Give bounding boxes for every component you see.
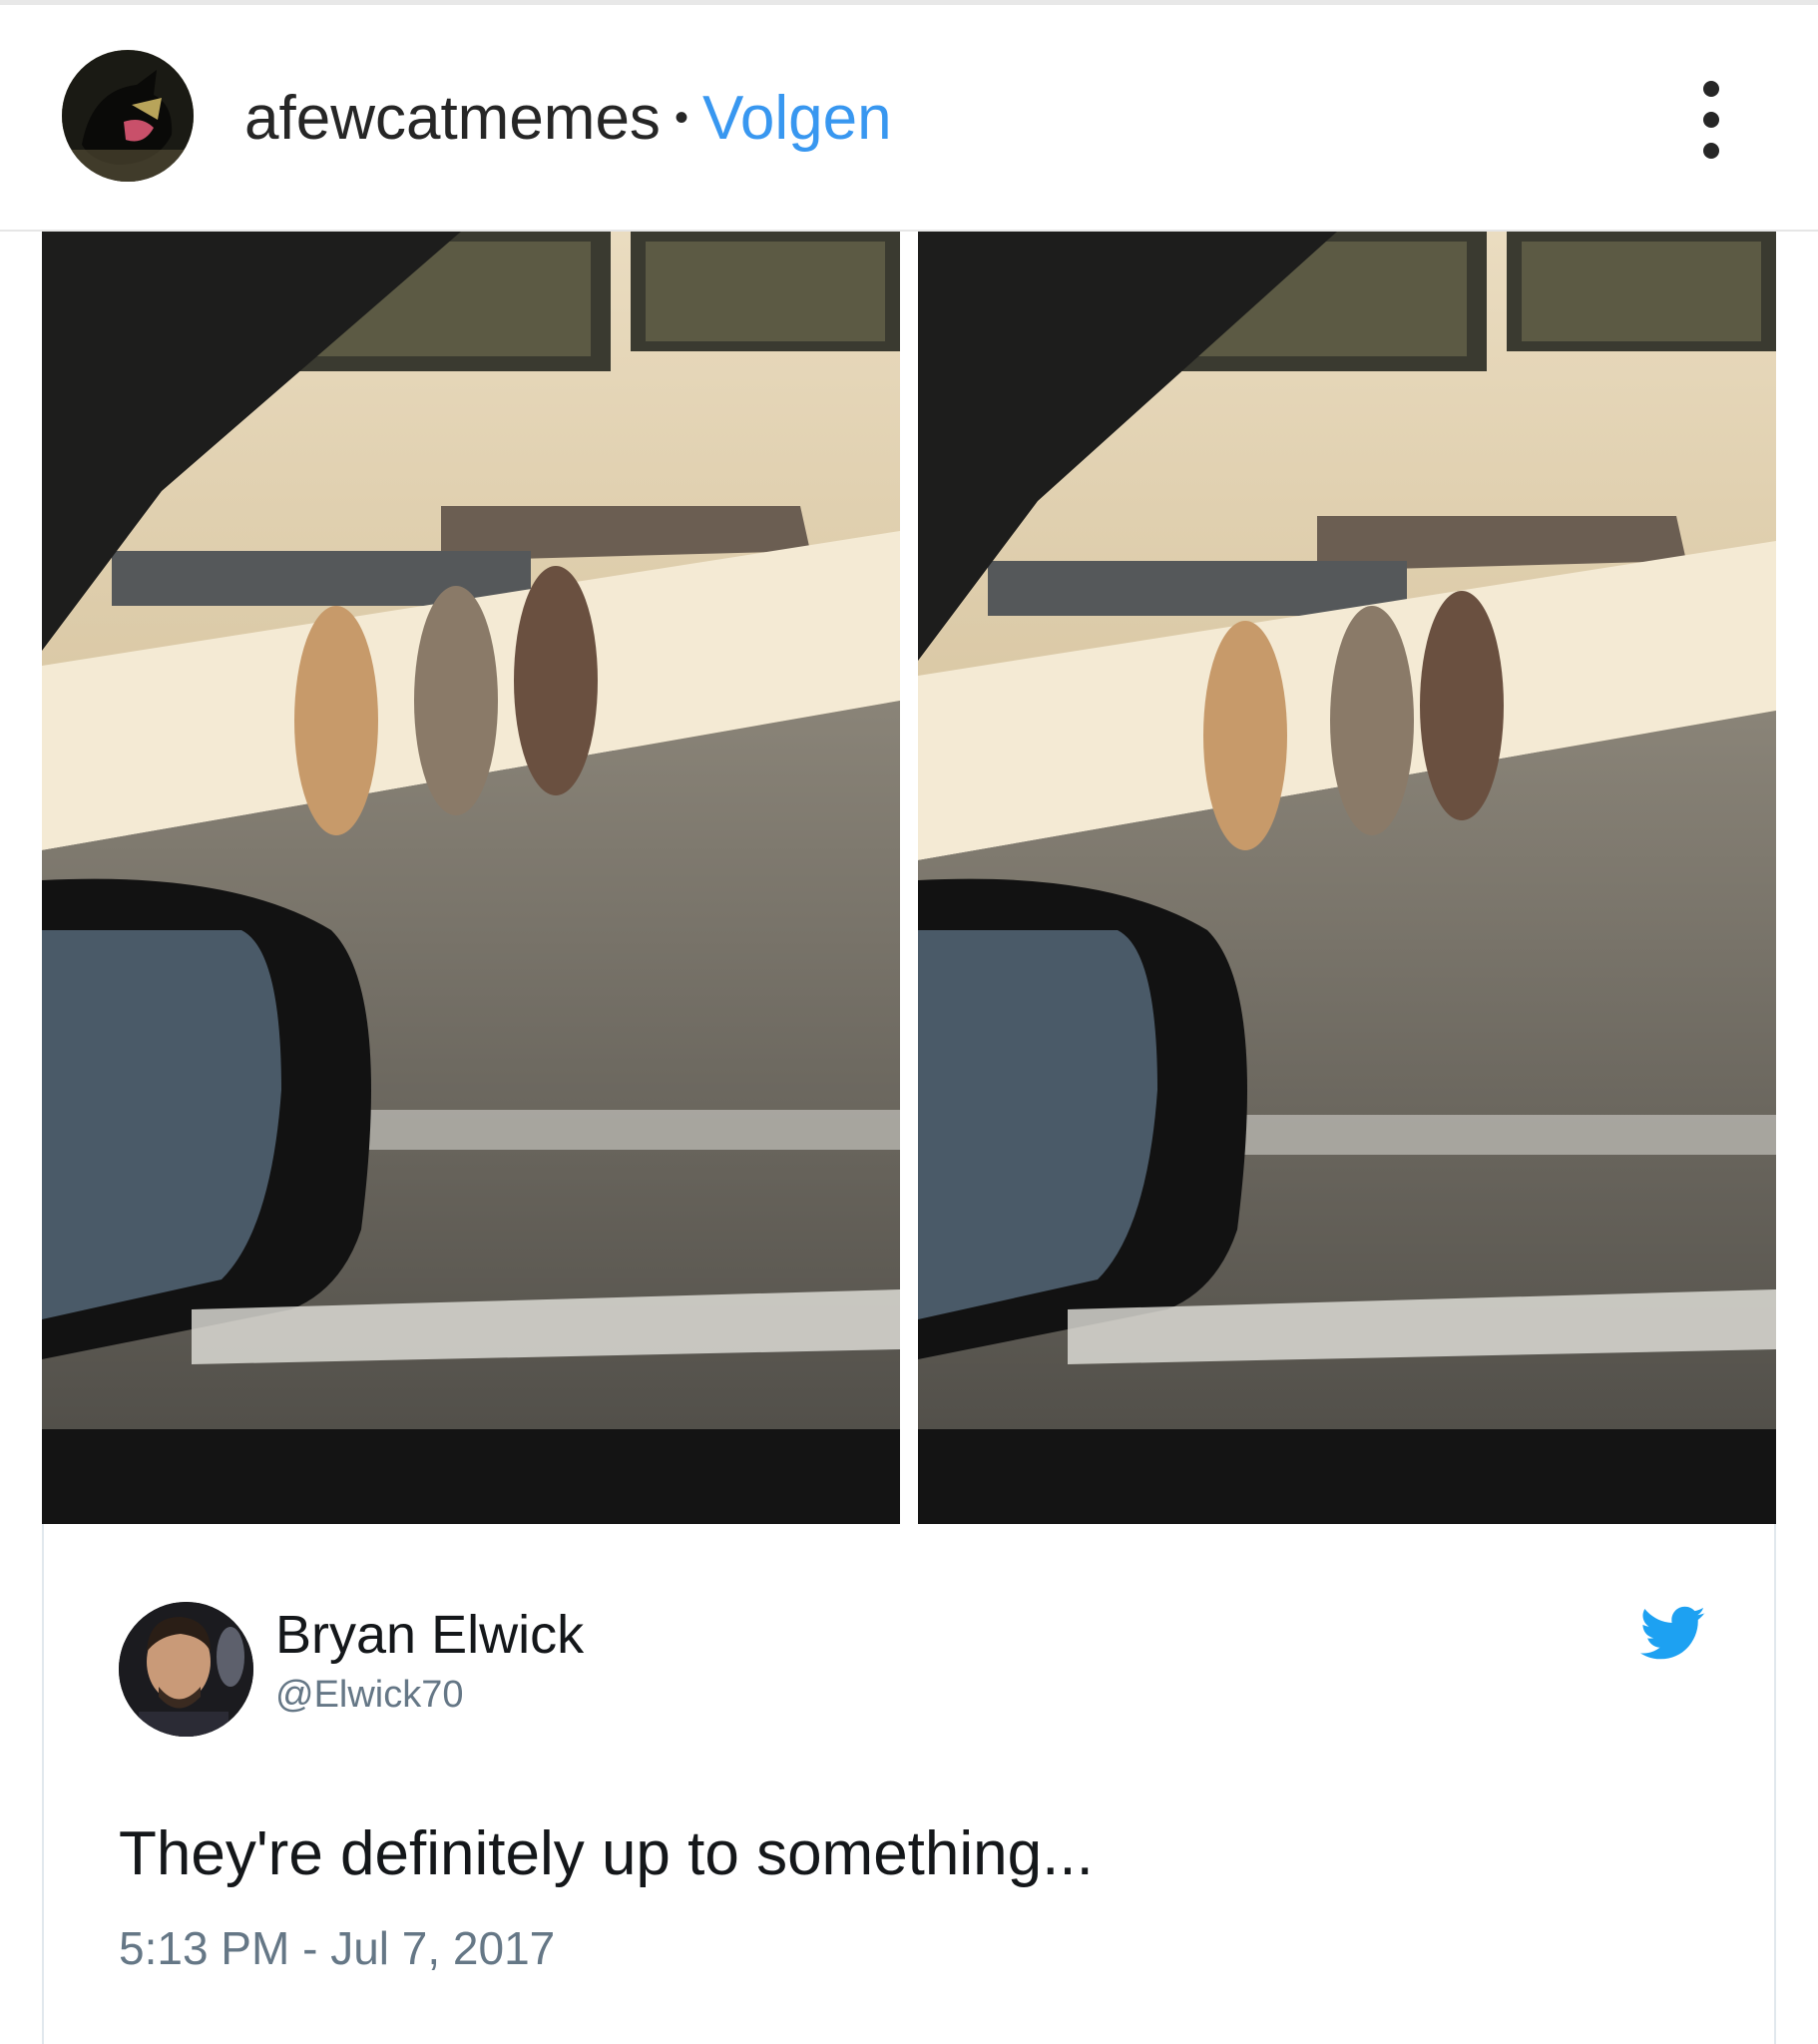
separator-dot: • [674,95,688,140]
username-link[interactable]: afewcatmemes [244,83,661,154]
person-avatar-icon [119,1602,253,1737]
more-options-icon[interactable] [1686,75,1736,165]
cats-on-wall-photo-right [918,232,1776,1524]
tweet-text: They're definitely up to something... [119,1819,1094,1888]
tweet-card: Bryan Elwick @Elwick70 They're definitel… [42,1524,1776,2044]
account-avatar[interactable] [62,50,194,182]
more-dot [1703,112,1719,128]
tweet-timestamp[interactable]: 5:13 PM - Jul 7, 2017 [119,1921,555,1975]
tweet-author-handle[interactable]: @Elwick70 [275,1674,464,1717]
username-row: afewcatmemes • Volgen [244,78,892,158]
black-cat-avatar-icon [62,50,194,182]
top-divider [0,0,1818,5]
more-dot [1703,81,1719,97]
cats-on-wall-photo-left [42,232,900,1524]
more-dot [1703,143,1719,159]
post-photo-right[interactable] [918,232,1776,1524]
post-photo-left[interactable] [42,232,900,1524]
follow-button[interactable]: Volgen [702,83,892,154]
twitter-bird-icon[interactable] [1640,1604,1706,1664]
tweet-author-name[interactable]: Bryan Elwick [275,1604,584,1666]
post-header: afewcatmemes • Volgen [0,0,1818,232]
tweet-author-avatar[interactable] [119,1602,253,1737]
